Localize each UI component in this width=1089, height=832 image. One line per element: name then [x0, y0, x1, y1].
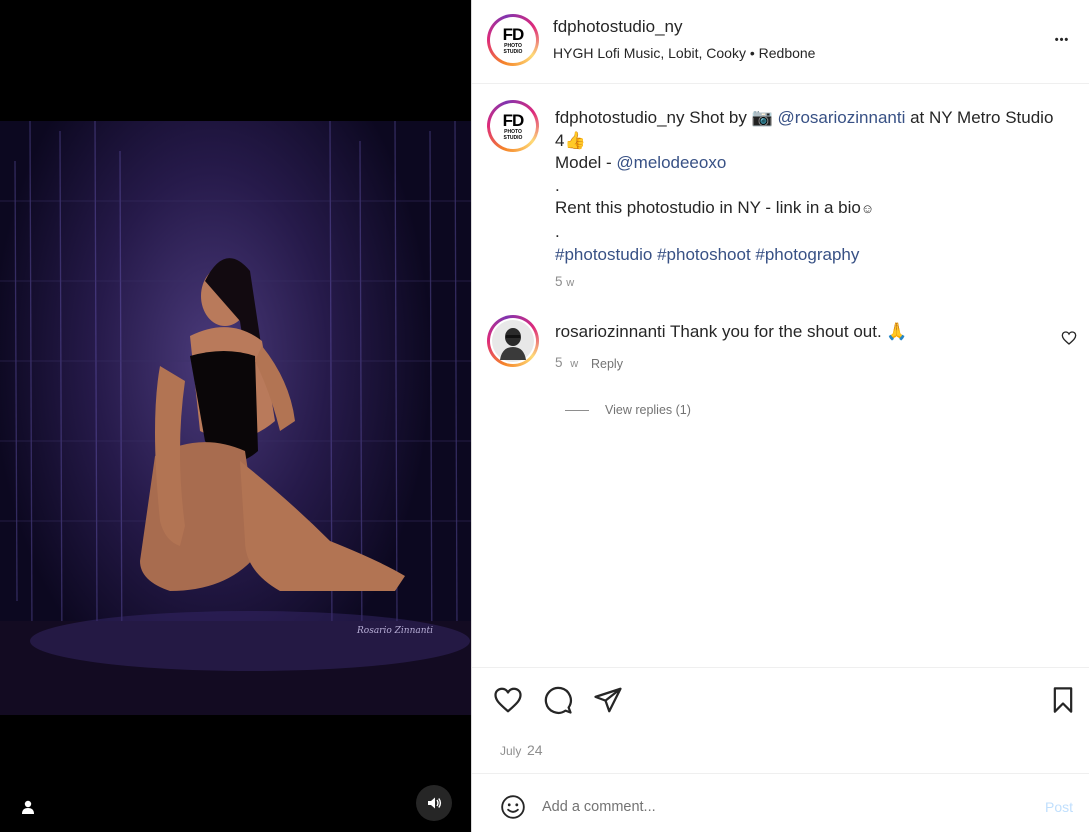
- post-photo[interactable]: Rosario Zinnanti: [0, 121, 471, 715]
- logo-text-photo: PHOTO: [504, 128, 522, 135]
- post-details-panel: FD PHOTO STUDIO fdphotostudio_ny HYGH Lo…: [471, 0, 1089, 832]
- heart-icon: [1061, 331, 1077, 345]
- author-username[interactable]: fdphotostudio_ny: [553, 17, 683, 37]
- photographer-signature: Rosario Zinnanti: [356, 626, 433, 636]
- smiley-icon: [501, 795, 525, 819]
- comment-bubble-icon: [544, 686, 572, 714]
- post-date-day: 24: [526, 742, 543, 758]
- comment-text: Thank you for the shout out.: [669, 322, 882, 341]
- hashtags[interactable]: #photostudio #photoshoot #photography: [555, 244, 1055, 267]
- view-replies-button[interactable]: View replies (1): [565, 403, 691, 417]
- caption-time-unit: w: [566, 277, 575, 289]
- caption-text: Model -: [555, 153, 612, 173]
- post-date[interactable]: July 24: [500, 742, 543, 758]
- fd-photo-studio-logo: FD PHOTO STUDIO: [493, 20, 533, 60]
- caption-text: Shot by: [689, 108, 747, 127]
- post-date-month: July: [500, 744, 522, 758]
- camera-emoji: 📷: [751, 108, 773, 127]
- commenter-photo: [492, 320, 534, 362]
- caption-separator: .: [555, 221, 560, 241]
- audio-toggle-button[interactable]: [416, 785, 452, 821]
- caption-timestamp[interactable]: 5 w: [555, 274, 574, 289]
- post-comment-button[interactable]: Post: [1045, 799, 1073, 815]
- comment-input[interactable]: [542, 794, 1002, 820]
- fd-photo-studio-logo: FD PHOTO STUDIO: [493, 106, 533, 146]
- comment-time-unit: w: [570, 358, 579, 370]
- caption-text: Rent this photostudio in NY - link in a …: [555, 198, 861, 218]
- user-tags-button[interactable]: [14, 793, 42, 821]
- smile-emoji: ☺: [860, 201, 875, 217]
- praying-hands-emoji: 🙏: [886, 322, 908, 341]
- media-viewer[interactable]: Rosario Zinnanti: [0, 0, 471, 832]
- commenter-avatar[interactable]: [487, 315, 539, 367]
- heart-icon: [494, 687, 522, 713]
- speaker-icon: [428, 797, 442, 809]
- bookmark-icon: [1053, 687, 1073, 713]
- comment-body: rosariozinnanti Thank you for the shout …: [555, 322, 908, 342]
- more-options-button[interactable]: •••: [1050, 28, 1074, 52]
- comment-button[interactable]: [542, 684, 574, 716]
- replies-divider: [565, 409, 589, 411]
- view-replies-label: View replies (1): [605, 403, 691, 417]
- emoji-picker-button[interactable]: [500, 794, 526, 820]
- author-avatar[interactable]: FD PHOTO STUDIO: [487, 14, 539, 66]
- reply-button[interactable]: Reply: [591, 357, 623, 371]
- caption-time-number: 5: [555, 274, 563, 289]
- like-button[interactable]: [492, 684, 524, 716]
- caption-username[interactable]: fdphotostudio_ny: [555, 108, 685, 127]
- comments-list[interactable]: FD PHOTO STUDIO fdphotostudio_ny Shot by…: [472, 85, 1089, 667]
- person-icon: [22, 800, 34, 814]
- comment-timestamp[interactable]: 5 w: [555, 355, 578, 370]
- logo-text-fd: FD: [502, 110, 525, 130]
- more-options-icon: •••: [1054, 34, 1070, 46]
- post-caption: fdphotostudio_ny Shot by 📷 @rosariozinna…: [555, 107, 1055, 266]
- caption-author-avatar[interactable]: FD PHOTO STUDIO: [487, 100, 539, 152]
- comment-time-number: 5: [555, 355, 563, 370]
- post-header: FD PHOTO STUDIO fdphotostudio_ny HYGH Lo…: [472, 0, 1089, 84]
- instagram-post-modal: Rosario Zinnanti FD PHOTO STUDIO fdphoto…: [0, 0, 1089, 832]
- thumbs-up-emoji: 👍: [564, 130, 586, 150]
- logo-text-studio: STUDIO: [503, 48, 523, 55]
- audio-attribution[interactable]: HYGH Lofi Music, Lobit, Cooky • Redbone: [553, 45, 815, 61]
- paper-plane-icon: [594, 687, 622, 713]
- mention-link[interactable]: @melodeeoxo: [616, 153, 726, 172]
- share-button[interactable]: [592, 684, 624, 716]
- save-button[interactable]: [1047, 684, 1079, 716]
- post-actions: July 24: [472, 667, 1089, 773]
- caption-separator: .: [555, 175, 560, 195]
- logo-text-studio: STUDIO: [503, 134, 523, 141]
- comment-composer: Post: [472, 773, 1089, 832]
- mention-link[interactable]: @rosariozinnanti: [778, 108, 906, 127]
- comment-like-button[interactable]: [1061, 330, 1077, 346]
- photo-illustration: Rosario Zinnanti: [0, 121, 471, 715]
- logo-text-fd: FD: [502, 24, 525, 44]
- commenter-username[interactable]: rosariozinnanti: [555, 322, 666, 341]
- logo-text-photo: PHOTO: [504, 42, 522, 49]
